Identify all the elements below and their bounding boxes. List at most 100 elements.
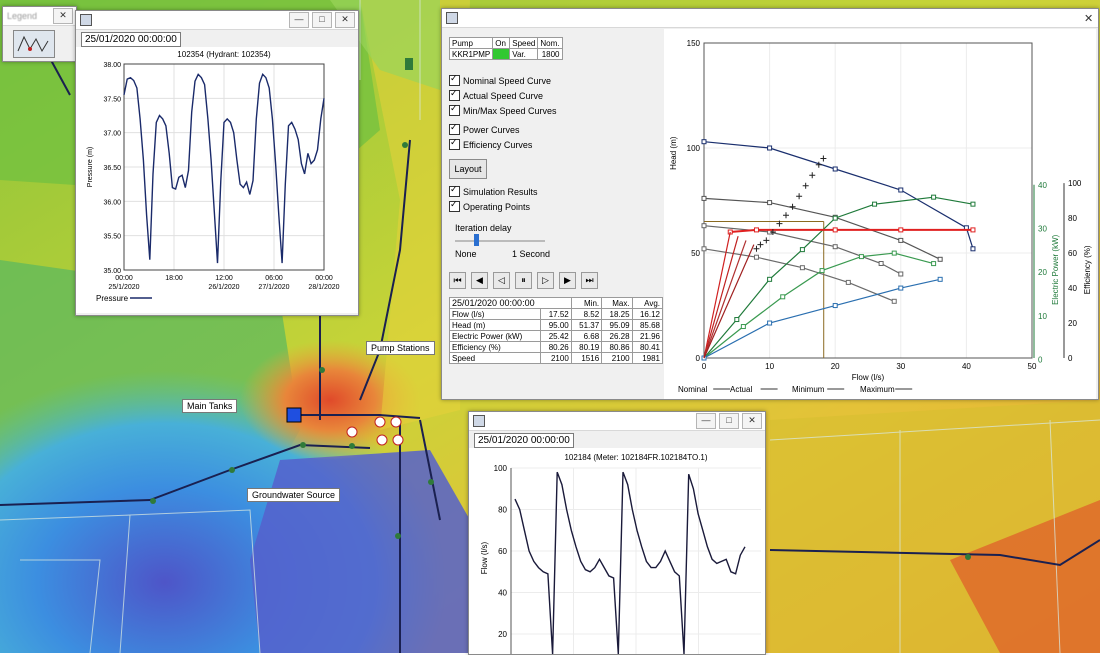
x-tick-date: 28/1/2020 (308, 284, 339, 291)
nominal-speed-checkbox[interactable]: Nominal Speed Curve (449, 73, 557, 88)
iteration-delay-track[interactable] (455, 240, 545, 242)
step-back-button[interactable]: ◀ (471, 272, 488, 289)
curve-marker (898, 271, 904, 277)
close-button[interactable]: ✕ (53, 8, 73, 24)
y-tick-label: 0 (696, 354, 701, 363)
y2-tick-label: 10 (1038, 312, 1047, 321)
legend-label: Actual (730, 385, 752, 394)
pump-curve-chart: 0 10 20 30 40 50150100500403020100Electric Po… (664, 29, 1096, 399)
curve-marker (701, 246, 707, 252)
pump-on-cell[interactable]: ON (492, 48, 511, 60)
legend-label: Pressure (96, 294, 129, 303)
stats-value: 51.37 (570, 319, 603, 331)
chart-title: 102184 (Meter: 102184FR.102184TO.1) (564, 453, 707, 462)
x-tick-date: 26/1/2020 (208, 284, 239, 291)
y-tick-label: 20 (498, 630, 507, 639)
stats-row: Flow (l/s) 17.52 8.52 18.25 16.12 (448, 308, 664, 320)
stats-row-label: Efficiency (%) (448, 341, 542, 353)
curve-marker (767, 320, 773, 326)
speed-col-header: Speed (509, 37, 539, 49)
stats-row-label: Head (m) (448, 319, 542, 331)
curve-marker (898, 285, 904, 291)
pump-id-cell[interactable]: KKR1PMP (448, 48, 494, 60)
minmax-speed-checkbox[interactable]: Min/Max Speed Curves (449, 103, 557, 118)
maximize-button[interactable]: □ (719, 413, 739, 429)
reservoir-icon (405, 58, 413, 70)
minimize-button[interactable]: — (289, 12, 309, 28)
map-label-main-tanks: Main Tanks (182, 399, 238, 413)
curve-marker (845, 279, 851, 285)
play-back-button[interactable]: ◁ (493, 272, 510, 289)
stats-value: 1981 (631, 352, 664, 364)
close-icon[interactable]: ✕ (1084, 12, 1098, 25)
y-axis-label: Flow (l/s) (480, 541, 489, 574)
y-tick-label: 80 (498, 506, 507, 515)
step-forward-button[interactable]: ▶ (559, 272, 576, 289)
operating-points-checkbox[interactable]: Operating Points (449, 199, 538, 214)
y2-axis-label: Electric Power (kW) (1051, 234, 1060, 305)
first-step-button[interactable]: ⏮ (449, 272, 466, 289)
pause-button[interactable]: ⏸ (515, 272, 532, 289)
flow-graph-window[interactable]: — □ ✕ 25/01/2020 00:00:00 102184 (Meter:… (468, 411, 766, 655)
flow-window-titlebar[interactable]: — □ ✕ (469, 412, 765, 431)
iteration-delay-thumb[interactable] (474, 234, 479, 246)
pressure-date[interactable]: 25/01/2020 00:00:00 (81, 32, 181, 47)
maximize-button[interactable]: □ (312, 12, 332, 28)
curve-marker (891, 250, 897, 256)
graph-icon (473, 415, 485, 427)
iteration-delay-label: Iteration delay (455, 223, 512, 233)
pump-window-titlebar[interactable]: ✕ (442, 9, 1098, 28)
pressure-window-titlebar[interactable]: — □ ✕ (76, 11, 358, 30)
pressure-graph-window[interactable]: — □ ✕ 25/01/2020 00:00:00 102354 (Hydran… (75, 10, 359, 316)
x-tick-label: 20 (831, 362, 840, 371)
last-step-button[interactable]: ⏭ (581, 272, 598, 289)
pump-nom-cell[interactable]: 1800 (537, 48, 563, 60)
actual-speed-checkbox[interactable]: Actual Speed Curve (449, 88, 557, 103)
curve-marker (767, 145, 773, 151)
y-tick-label: 150 (687, 39, 701, 48)
stats-row: Head (m) 95.00 51.37 95.09 85.68 (448, 319, 664, 331)
efficiency-curves-checkbox[interactable]: Efficiency Curves (449, 137, 557, 152)
x-tick-label: 40 (962, 362, 971, 371)
pump-speed-cell[interactable]: Var. (509, 48, 539, 60)
curve-marker (898, 187, 904, 193)
layout-button[interactable]: Layout (449, 159, 487, 179)
curve-marker (701, 139, 707, 145)
power-curves-checkbox[interactable]: Power Curves (449, 122, 557, 137)
curve-marker (799, 265, 805, 271)
chart-background (664, 29, 1096, 399)
stats-row: Speed 2100 1516 2100 1981 (448, 352, 664, 364)
stats-date[interactable]: 25/01/2020 00:00:00 (449, 297, 572, 309)
close-button[interactable]: ✕ (335, 12, 355, 28)
close-button[interactable]: ✕ (742, 413, 762, 429)
legend-thumbnail (13, 30, 55, 58)
stats-row: Efficiency (%) 80.26 80.19 80.86 80.41 (448, 341, 664, 353)
pump-operation-window[interactable]: ✕ Pump On Speed Nom. KKR1PMP ON Var. 180… (441, 8, 1099, 400)
main-tank-icon[interactable] (286, 407, 302, 423)
stats-max-header: Max. (601, 297, 633, 309)
y-tick-label: 60 (498, 547, 507, 556)
map-label-groundwater-source: Groundwater Source (247, 488, 341, 502)
x-tick-label: 10 (765, 362, 774, 371)
slider-max-label: 1 Second (512, 249, 551, 259)
stats-value: 95.00 (540, 319, 572, 331)
simulation-results-checkbox[interactable]: Simulation Results (449, 184, 538, 199)
mini-legend-titlebar[interactable]: Legend ✕ (3, 7, 76, 26)
x-tick-label: 12:00 (215, 275, 233, 282)
pump-table[interactable]: Pump On Speed Nom. KKR1PMP ON Var. 1800 (448, 37, 563, 60)
chart-title: 102354 (Hydrant: 102354) (177, 50, 271, 59)
play-button[interactable]: ▷ (537, 272, 554, 289)
flow-date[interactable]: 25/01/2020 00:00:00 (474, 433, 574, 448)
curve-marker (767, 276, 773, 282)
minimize-button[interactable]: — (696, 413, 716, 429)
curve-marker (878, 261, 884, 266)
y-tick-label: 37.50 (103, 96, 121, 103)
y3-tick-label: 0 (1068, 354, 1073, 363)
pressure-chart: 102354 (Hydrant: 102354) 38.00 37.50 37.00 3… (76, 47, 358, 313)
stats-value: 21.96 (631, 330, 664, 342)
flow-chart: 102184 (Meter: 102184FR.102184TO.1) 100 80… (469, 448, 765, 654)
graph-icon (80, 14, 92, 26)
curve-marker (767, 200, 773, 206)
y3-tick-label: 80 (1068, 214, 1077, 223)
mini-legend-window[interactable]: Legend ✕ (2, 6, 77, 62)
